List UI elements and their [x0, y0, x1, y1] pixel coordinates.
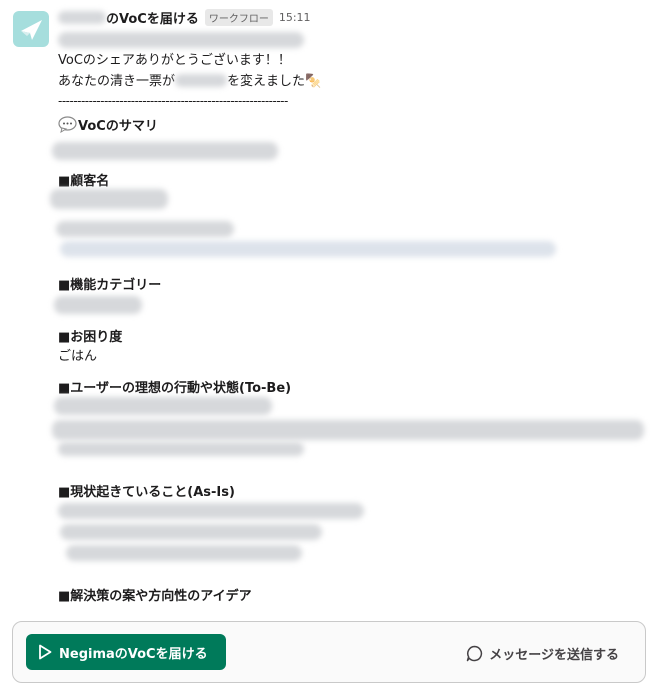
start-workflow-button[interactable]: NegimaのVoCを届ける	[26, 634, 226, 670]
redacted-text	[175, 74, 228, 87]
speech-bubble-icon	[58, 116, 77, 133]
redacted-text	[56, 221, 234, 237]
redacted-text	[60, 241, 556, 257]
redacted-text	[52, 142, 278, 160]
divider-line: ----------------------------------------…	[58, 94, 288, 108]
sender-name-suffix: のVoCを届ける	[106, 11, 199, 27]
paper-plane-icon	[21, 20, 42, 40]
workflow-avatar[interactable]	[13, 11, 49, 47]
redacted-text	[58, 503, 364, 519]
redacted-text	[52, 420, 644, 440]
redacted-text	[50, 189, 168, 209]
impact-line-suffix: を変えました	[227, 74, 306, 89]
section-customer-heading: ■顧客名	[58, 174, 110, 189]
redacted-text	[60, 524, 322, 540]
redacted-text	[58, 32, 304, 48]
impact-line-prefix: あなたの清き一票が	[58, 74, 176, 89]
sender-name[interactable]: のVoCを届ける	[58, 8, 199, 27]
send-message-label: メッセージを送信する	[489, 648, 619, 663]
play-icon	[39, 644, 52, 660]
message-header: のVoCを届ける ワークフロー 15:11	[58, 8, 311, 27]
section-summary-heading: VoCのサマリ	[58, 115, 158, 134]
section-category-heading: ■機能カテゴリー	[58, 278, 162, 293]
section-trouble-heading: ■お困り度	[58, 330, 123, 345]
redacted-text	[66, 545, 302, 561]
trouble-value: ごはん	[58, 349, 98, 364]
workflow-composer: NegimaのVoCを届ける メッセージを送信する	[12, 621, 646, 683]
redacted-text	[58, 442, 304, 456]
message-timestamp[interactable]: 15:11	[279, 11, 311, 24]
summary-heading-text: VoCのサマリ	[78, 119, 158, 134]
section-asis-heading: ■現状起きていること(As-Is)	[58, 485, 235, 500]
thanks-line: VoCのシェアありがとうございます！！	[58, 53, 291, 68]
oden-emoji: 🍢	[305, 74, 322, 89]
start-workflow-label: NegimaのVoCを届ける	[59, 646, 208, 662]
redacted-text	[54, 296, 142, 314]
section-solution-heading: ■解決策の案や方向性のアイデア	[58, 589, 252, 604]
message-bubble-icon	[467, 645, 483, 662]
section-tobe-heading: ■ユーザーの理想の行動や状態(To-Be)	[58, 381, 292, 396]
redacted-text	[54, 397, 272, 415]
redacted-sender	[58, 10, 106, 24]
impact-line: あなたの清き一票が を変えました🍢	[58, 71, 321, 92]
send-message-button[interactable]: メッセージを送信する	[466, 644, 619, 663]
workflow-badge: ワークフロー	[204, 8, 273, 26]
